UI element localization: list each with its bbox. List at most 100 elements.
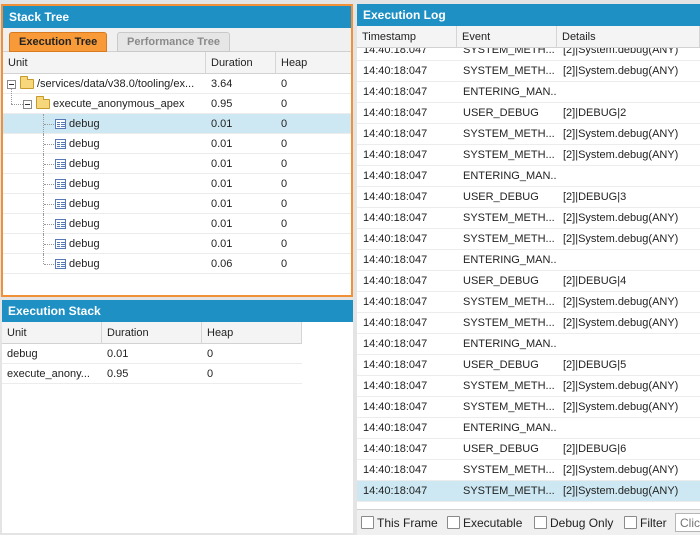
tree-unit: debug <box>69 238 100 250</box>
log-row[interactable]: 14:40:18:047 ENTERING_MAN... <box>357 166 700 187</box>
log-row[interactable]: 14:40:18:047 SYSTEM_METH... [2]|System.deb… <box>357 61 700 82</box>
this-frame-checkbox[interactable] <box>361 516 374 529</box>
execution-log-panel: Execution Log Timestamp Event Details 14… <box>357 4 700 535</box>
log-row[interactable]: 14:40:18:047 SYSTEM_METH... [2]|System.deb… <box>357 313 700 334</box>
stack-duration: 0.01 <box>107 348 129 360</box>
stack-tree-panel: Stack Tree Execution Tree Performance Tr… <box>1 4 353 297</box>
log-row[interactable]: 14:40:18:047 ENTERING_MAN... <box>357 418 700 439</box>
tree-row[interactable]: debug 0.01 0 <box>3 214 351 234</box>
stack-row[interactable]: execute_anony... 0.95 0 <box>2 364 302 384</box>
log-row[interactable]: 14:40:18:047 SYSTEM_METH... [2]|System.deb… <box>357 124 700 145</box>
tree-unit: debug <box>69 218 100 230</box>
log-row[interactable]: 14:40:18:047 SYSTEM_METH... [2]|System.deb… <box>357 229 700 250</box>
log-timestamp: 14:40:18:047 <box>363 380 428 392</box>
log-row[interactable]: 14:40:18:047 SYSTEM_METH... [2]|System.deb… <box>357 481 700 502</box>
tab-execution-tree[interactable]: Execution Tree <box>9 32 108 52</box>
log-row[interactable]: 14:40:18:047 USER_DEBUG [2]|DEBUG|6 <box>357 439 700 460</box>
tree-row[interactable]: debug 0.01 0 <box>3 134 351 154</box>
log-row[interactable]: 14:40:18:047 ENTERING_MAN... <box>357 334 700 355</box>
tree-duration: 0.01 <box>211 238 233 250</box>
column-header-unit[interactable]: Unit <box>2 322 102 344</box>
tree-row[interactable]: debug 0.01 0 <box>3 234 351 254</box>
stack-tree-body: /services/data/v38.0/tooling/ex... 3.64 0 e… <box>3 74 351 274</box>
column-header-timestamp[interactable]: Timestamp <box>357 26 457 48</box>
log-details: [2]|System.debug(ANY) <box>563 380 679 392</box>
log-timestamp: 14:40:18:047 <box>363 191 428 203</box>
tree-connector <box>11 89 12 104</box>
stack-tree-title: Stack Tree <box>3 6 351 28</box>
log-event: SYSTEM_METH... <box>463 485 555 497</box>
stack-row[interactable]: debug 0.01 0 <box>2 344 302 364</box>
log-row[interactable]: 14:40:18:047 SYSTEM_METH... [2]|System.deb… <box>357 48 700 61</box>
tree-duration: 0.01 <box>211 138 233 150</box>
log-event: SYSTEM_METH... <box>463 128 555 140</box>
log-event: ENTERING_MAN... <box>463 86 557 98</box>
column-header-details[interactable]: Details <box>557 26 700 48</box>
executable-checkbox[interactable] <box>447 516 460 529</box>
column-header-heap[interactable]: Heap <box>202 322 302 344</box>
log-row[interactable]: 14:40:18:047 USER_DEBUG [2]|DEBUG|2 <box>357 103 700 124</box>
folder-icon <box>20 76 34 89</box>
tree-unit: debug <box>69 138 100 150</box>
tree-row[interactable]: debug 0.01 0 <box>3 174 351 194</box>
column-header-duration[interactable]: Duration <box>206 52 276 74</box>
log-timestamp: 14:40:18:047 <box>363 275 428 287</box>
log-row[interactable]: 14:40:18:047 USER_DEBUG [2]|DEBUG|5 <box>357 355 700 376</box>
log-row[interactable]: 14:40:18:047 SYSTEM_METH... [2]|System.deb… <box>357 145 700 166</box>
log-row[interactable]: 14:40:18:047 ENTERING_MAN... <box>357 82 700 103</box>
tree-unit: debug <box>69 158 100 170</box>
tree-duration: 0.01 <box>211 218 233 230</box>
tree-heap: 0 <box>281 178 288 190</box>
stack-duration: 0.95 <box>107 368 129 380</box>
log-row[interactable]: 14:40:18:047 SYSTEM_METH... [2]|System.deb… <box>357 208 700 229</box>
tree-heap: 0 <box>281 198 288 210</box>
tree-heap: 0 <box>281 98 288 110</box>
tree-row[interactable]: debug 0.01 0 <box>3 154 351 174</box>
tree-heap: 0 <box>281 258 288 270</box>
log-row[interactable]: 14:40:18:047 SYSTEM_METH... [2]|System.deb… <box>357 460 700 481</box>
log-row[interactable]: 14:40:18:047 SYSTEM_METH... [2]|System.deb… <box>357 292 700 313</box>
column-header-event[interactable]: Event <box>457 26 557 48</box>
tab-performance-tree[interactable]: Performance Tree <box>117 32 230 52</box>
log-event: SYSTEM_METH... <box>463 317 555 329</box>
column-header-heap[interactable]: Heap <box>276 52 351 74</box>
tree-row[interactable]: debug 0.01 0 <box>3 114 351 134</box>
filter-input[interactable] <box>675 513 700 532</box>
log-timestamp: 14:40:18:047 <box>363 443 428 455</box>
log-row[interactable]: 14:40:18:047 ENTERING_MAN... <box>357 250 700 271</box>
log-details: [2]|System.debug(ANY) <box>563 48 679 56</box>
log-row[interactable]: 14:40:18:047 USER_DEBUG [2]|DEBUG|3 <box>357 187 700 208</box>
log-details: [2]|System.debug(ANY) <box>563 296 679 308</box>
tree-heap: 0 <box>281 238 288 250</box>
execution-log-footer: This Frame Executable Debug Only Filter <box>357 509 700 535</box>
column-header-unit[interactable]: Unit <box>3 52 206 74</box>
tree-row[interactable]: /services/data/v38.0/tooling/ex... 3.64 0 <box>3 74 351 94</box>
method-icon <box>55 259 66 269</box>
tree-unit: debug <box>69 258 100 270</box>
tree-row[interactable]: debug 0.01 0 <box>3 194 351 214</box>
log-details: [2]|System.debug(ANY) <box>563 401 679 413</box>
execution-log-header: Timestamp Event Details <box>357 26 700 48</box>
log-timestamp: 14:40:18:047 <box>363 149 428 161</box>
log-row[interactable]: 14:40:18:047 SYSTEM_METH... [2]|System.deb… <box>357 397 700 418</box>
tree-row[interactable]: execute_anonymous_apex 0.95 0 <box>3 94 351 114</box>
collapse-toggle-icon[interactable] <box>7 80 16 89</box>
collapse-toggle-icon[interactable] <box>23 100 32 109</box>
debug-only-checkbox[interactable] <box>534 516 547 529</box>
tree-row[interactable]: debug 0.06 0 <box>3 254 351 274</box>
stack-tree-tabs: Execution Tree Performance Tree <box>3 28 351 52</box>
execution-log-body[interactable]: 14:40:18:047 SYSTEM_METH... [2]|System.deb… <box>357 48 700 510</box>
execution-stack-panel: Execution Stack Unit Duration Heap debug… <box>2 300 353 533</box>
tree-duration: 3.64 <box>211 78 233 90</box>
log-timestamp: 14:40:18:047 <box>363 170 428 182</box>
log-event: USER_DEBUG <box>463 107 539 119</box>
tree-duration: 0.01 <box>211 198 233 210</box>
log-row[interactable]: 14:40:18:047 USER_DEBUG [2]|DEBUG|4 <box>357 271 700 292</box>
column-header-duration[interactable]: Duration <box>102 322 202 344</box>
log-details: [2]|DEBUG|2 <box>563 107 627 119</box>
log-event: ENTERING_MAN... <box>463 254 557 266</box>
log-timestamp: 14:40:18:047 <box>363 296 428 308</box>
filter-checkbox[interactable] <box>624 516 637 529</box>
log-event: ENTERING_MAN... <box>463 170 557 182</box>
log-row[interactable]: 14:40:18:047 SYSTEM_METH... [2]|System.deb… <box>357 376 700 397</box>
